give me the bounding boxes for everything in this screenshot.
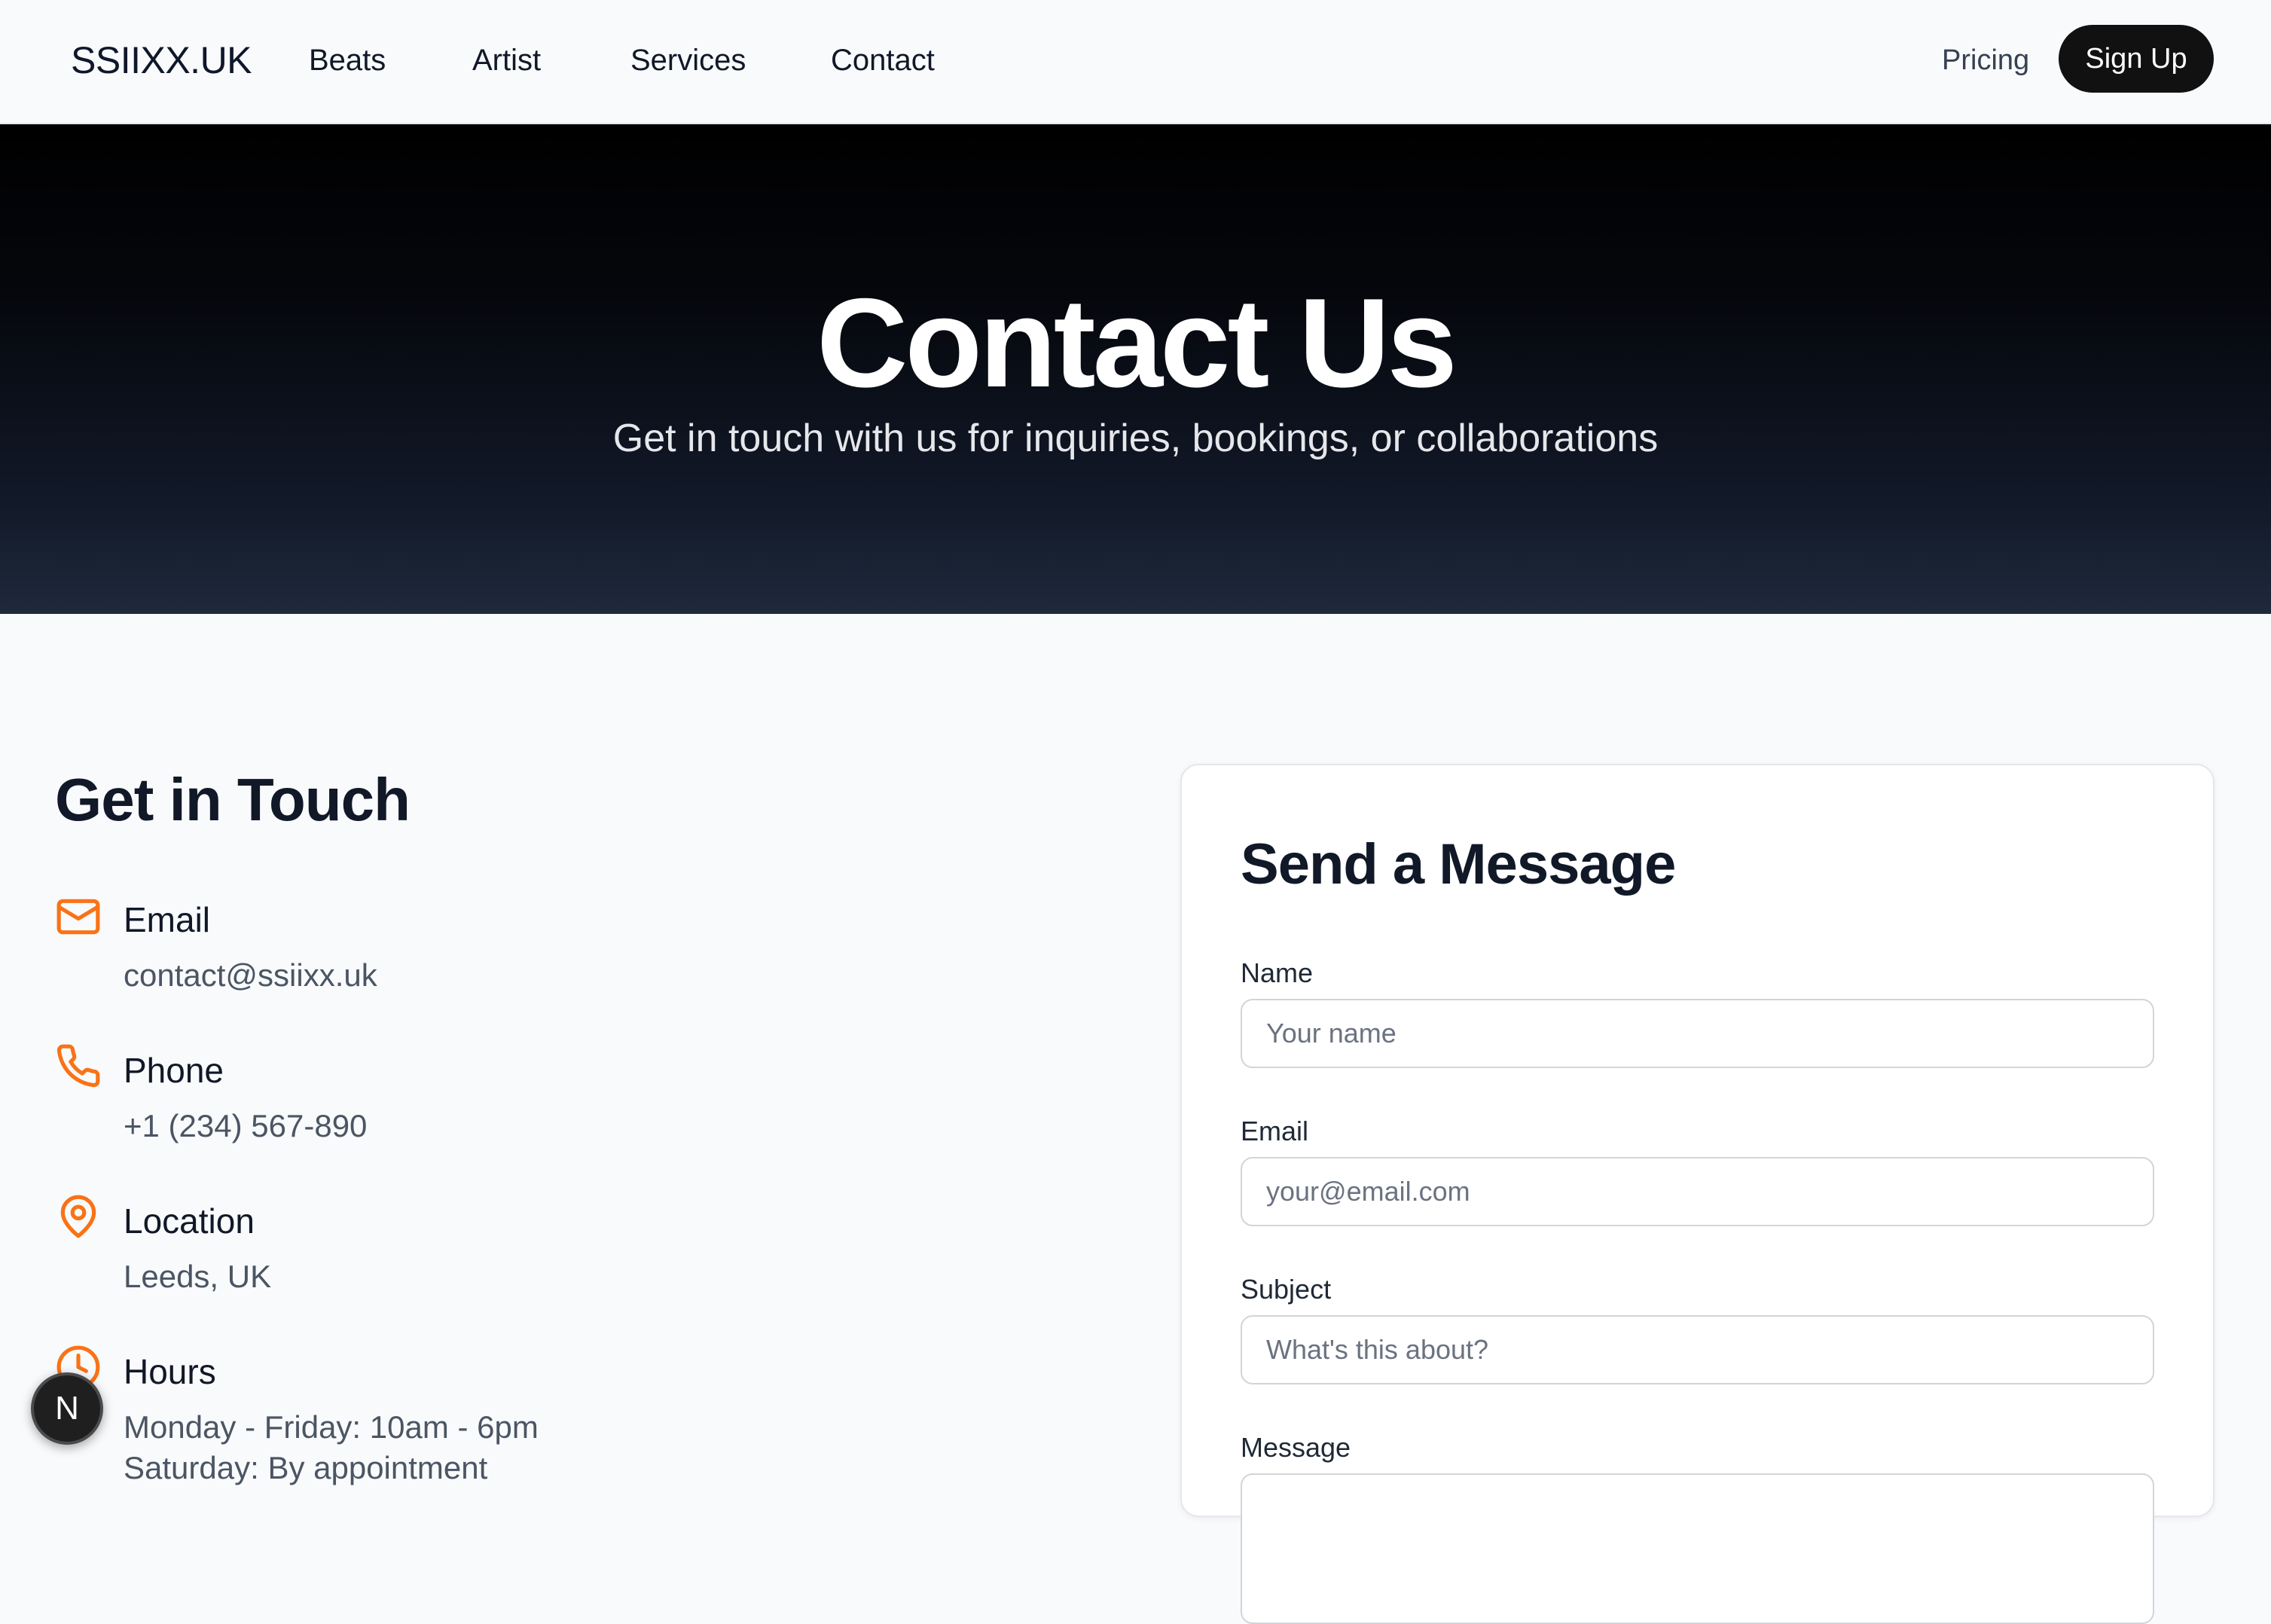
subject-input[interactable] [1241, 1315, 2154, 1384]
hours-saturday: Saturday: By appointment [124, 1450, 488, 1485]
nav-link-beats[interactable]: Beats [309, 39, 386, 81]
phone-icon [56, 1044, 100, 1088]
subject-label: Subject [1241, 1274, 1332, 1305]
location-label: Location [124, 1201, 255, 1241]
send-message-heading: Send a Message [1241, 832, 1676, 896]
nav-link-pricing[interactable]: Pricing [1942, 41, 2029, 80]
get-in-touch-heading: Get in Touch [55, 766, 411, 833]
email-label: Email [124, 900, 211, 939]
hours-label: Hours [124, 1352, 216, 1391]
name-input[interactable] [1241, 999, 2154, 1068]
page-title: Contact Us [817, 272, 1458, 414]
message-label: Message [1241, 1432, 1351, 1463]
phone-value[interactable]: +1 (234) 567-890 [124, 1104, 367, 1148]
email-field-label: Email [1241, 1116, 1309, 1146]
next-dev-badge[interactable]: N [31, 1372, 103, 1445]
brand-logo[interactable]: SSIIXX.UK [71, 38, 252, 83]
top-navbar: SSIIXX.UK Beats Artist Services Contact … [0, 0, 2271, 124]
sign-up-button[interactable]: Sign Up [2059, 25, 2214, 93]
email-input[interactable] [1241, 1157, 2154, 1226]
nav-link-artist[interactable]: Artist [472, 39, 541, 81]
email-value[interactable]: contact@ssiixx.uk [124, 954, 377, 997]
location-value: Leeds, UK [124, 1259, 272, 1294]
phone-label: Phone [124, 1051, 224, 1090]
mail-icon [56, 899, 100, 935]
contact-form-card: Send a Message Name Email Subject Messag… [1180, 764, 2215, 1624]
nav-link-contact[interactable]: Contact [831, 39, 935, 81]
page-subtitle: Get in touch with us for inquiries, book… [612, 417, 1659, 460]
name-label: Name [1241, 957, 1314, 988]
message-textarea[interactable] [1241, 1473, 2154, 1624]
hero-banner: Contact Us Get in touch with us for inqu… [0, 124, 2271, 614]
map-pin-icon [60, 1195, 96, 1238]
nav-link-services[interactable]: Services [630, 39, 746, 81]
hours-weekday: Monday - Friday: 10am - 6pm [124, 1409, 539, 1445]
n-logo-icon: N [55, 1390, 79, 1427]
